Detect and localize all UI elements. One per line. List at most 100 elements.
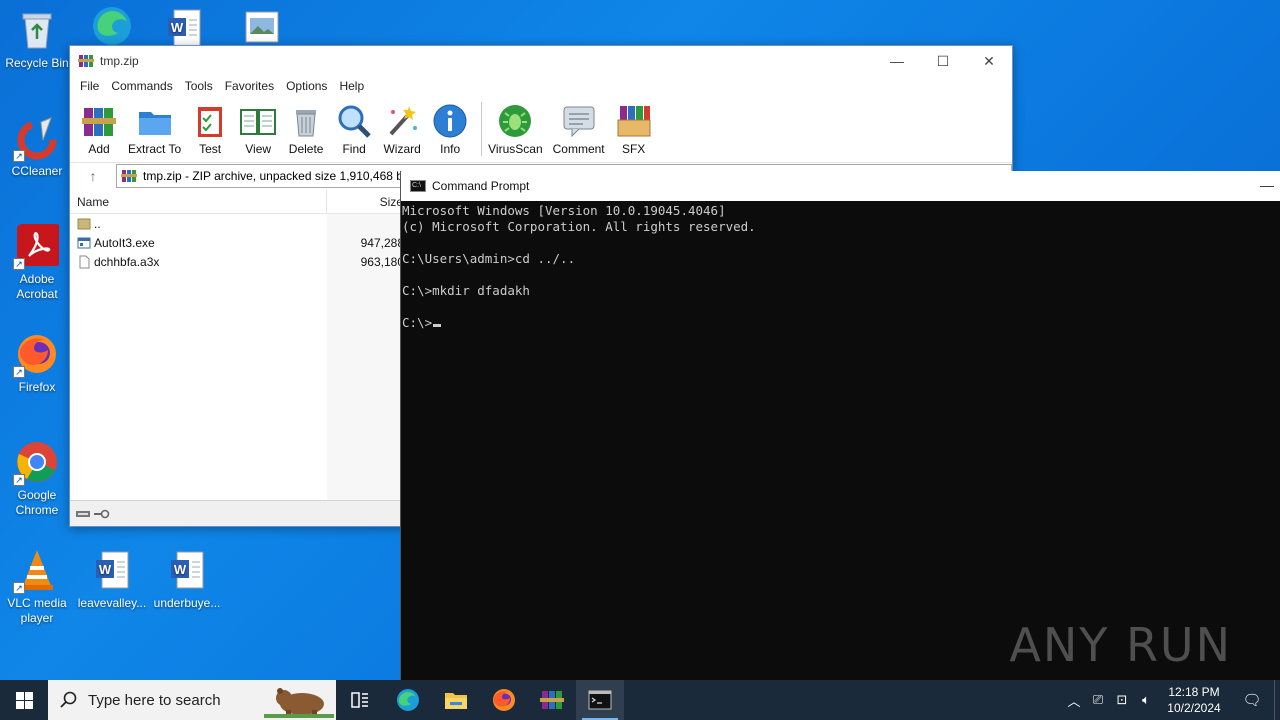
wizard-button[interactable]: Wizard (383, 102, 421, 156)
notification-icon[interactable]: 🗨︎ (1230, 691, 1274, 709)
menu-bar: File Commands Tools Favorites Options He… (70, 76, 1012, 96)
task-view-icon (351, 692, 368, 708)
add-archive-icon (82, 108, 116, 136)
console-line: Microsoft Windows [Version 10.0.19045.40… (402, 203, 726, 218)
virusscan-button[interactable]: VirusScan (488, 102, 543, 156)
clipboard-check-icon (198, 107, 223, 137)
comment-button[interactable]: Comment (553, 102, 605, 156)
search-placeholder: Type here to search (88, 691, 221, 709)
desktop-icon-label: VLC media player (7, 596, 67, 625)
console-output[interactable]: Microsoft Windows [Version 10.0.19045.40… (401, 201, 1280, 331)
minimize-button[interactable]: — (874, 46, 920, 76)
book-icon (240, 109, 277, 135)
magnifier-icon (338, 105, 371, 138)
anyrun-watermark: ANY RUN (1009, 618, 1232, 672)
title-bar[interactable]: tmp.zip — ☐ ✕ (70, 46, 1012, 76)
up-arrow-icon[interactable]: ↑ (70, 168, 116, 184)
cmd-title-bar[interactable]: C:\ Command Prompt — (401, 171, 1280, 201)
column-size[interactable]: Size (327, 195, 407, 209)
key-icon (94, 509, 110, 518)
clock-date: 10/2/2024 (1167, 701, 1221, 715)
desktop-icon-acrobat[interactable]: ↗ Adobe Acrobat (1, 224, 73, 302)
taskbar: Type here to search ︿ ⎚ ⊡ 🔈︎ 12:18 PM 10… (0, 680, 1280, 720)
toolbar-separator (481, 102, 483, 156)
task-view-button[interactable] (336, 680, 384, 720)
drive-icon (76, 510, 90, 517)
clock-time: 12:18 PM (1168, 685, 1220, 699)
find-button[interactable]: Find (335, 102, 373, 156)
chevron-up-icon[interactable]: ︿ (1062, 691, 1086, 710)
ccleaner-icon: ↗ (13, 116, 59, 162)
desktop-icon-underbuye[interactable]: W underbuye... (151, 548, 223, 611)
desktop-icon-label: Google Chrome (15, 488, 59, 517)
trash-icon (296, 110, 317, 137)
desktop-icon-recycle-bin[interactable]: Recycle Bin (1, 8, 73, 71)
test-button[interactable]: Test (191, 102, 229, 156)
column-name[interactable]: Name (70, 189, 327, 214)
console-line: ​ (402, 267, 1280, 283)
winrar-icon (121, 169, 137, 182)
word-doc-icon: W (162, 6, 206, 50)
word-doc-icon: W (165, 548, 209, 592)
console-line: C:\>mkdir dfadakh (402, 283, 530, 298)
console-line: (c) Microsoft Corporation. All rights re… (402, 219, 756, 234)
desktop-icon-chrome[interactable]: ↗ Google Chrome (1, 440, 73, 518)
info-button[interactable]: Info (431, 102, 469, 156)
network-icon[interactable]: ⊡ (1110, 692, 1134, 708)
start-button[interactable] (0, 680, 48, 720)
desktop-icon-label: CCleaner (11, 164, 63, 178)
delete-button[interactable]: Delete (287, 102, 325, 156)
desktop-icon-label: underbuye... (153, 596, 221, 610)
console-line: ​ (402, 235, 1280, 251)
folder-icon (138, 112, 171, 135)
toolbar: Add Extract To Test View Delete Find Wiz… (70, 96, 1012, 158)
word-doc-icon: W (90, 548, 134, 592)
taskbar-command-prompt[interactable] (576, 680, 624, 720)
view-button[interactable]: View (239, 102, 277, 156)
menu-options[interactable]: Options (280, 79, 333, 93)
desktop-icon-label: leavevalley... (77, 596, 147, 610)
taskbar-search-box[interactable]: Type here to search (48, 680, 336, 720)
taskbar-file-explorer[interactable] (432, 680, 480, 720)
sfx-button[interactable]: SFX (615, 102, 653, 156)
desktop-icon-vlc[interactable]: ↗ VLC media player (1, 548, 73, 626)
image-file-icon (240, 6, 284, 50)
taskbar-firefox[interactable] (480, 680, 528, 720)
menu-tools[interactable]: Tools (179, 79, 219, 93)
taskbar-clock[interactable]: 12:18 PM 10/2/2024 (1158, 684, 1230, 716)
taskbar-winrar[interactable] (528, 680, 576, 720)
add-button[interactable]: Add (80, 102, 118, 156)
desktop-icon-leavevalley[interactable]: W leavevalley... (76, 548, 148, 611)
winrar-icon (78, 55, 94, 67)
command-prompt-window: C:\ Command Prompt — Microsoft Windows [… (400, 171, 1280, 681)
close-button[interactable]: ✕ (966, 46, 1012, 76)
taskbar-edge[interactable] (384, 680, 432, 720)
windows-logo-icon (15, 691, 33, 709)
desktop-icon-label: Adobe Acrobat (16, 272, 58, 301)
extract-to-button[interactable]: Extract To (128, 102, 181, 156)
svg-text:W: W (171, 20, 184, 35)
meet-now-icon[interactable]: ⎚ (1086, 692, 1110, 708)
desktop-icon-firefox[interactable]: ↗ Firefox (1, 332, 73, 395)
desktop-icon-label: Firefox (18, 380, 56, 394)
shortcut-arrow-icon: ↗ (13, 582, 25, 594)
menu-favorites[interactable]: Favorites (219, 79, 280, 93)
exe-file-icon (77, 237, 91, 248)
volume-icon[interactable]: 🔈︎ (1134, 692, 1158, 708)
file-explorer-icon (445, 693, 467, 709)
menu-help[interactable]: Help (333, 79, 370, 93)
sfx-box-icon (617, 106, 651, 137)
menu-commands[interactable]: Commands (105, 79, 178, 93)
text-cursor (433, 324, 442, 327)
comment-icon (563, 106, 595, 138)
bear-search-highlight-icon (264, 688, 334, 718)
show-desktop-button[interactable] (1274, 680, 1280, 720)
shortcut-arrow-icon: ↗ (13, 258, 25, 270)
magic-wand-icon (389, 106, 418, 136)
console-prompt: C:\> (402, 315, 433, 330)
maximize-button[interactable]: ☐ (920, 46, 966, 76)
svg-text:W: W (99, 562, 112, 577)
desktop-icon-ccleaner[interactable]: ↗ CCleaner (1, 116, 73, 179)
menu-file[interactable]: File (74, 79, 105, 93)
minimize-button[interactable]: — (1260, 177, 1274, 193)
